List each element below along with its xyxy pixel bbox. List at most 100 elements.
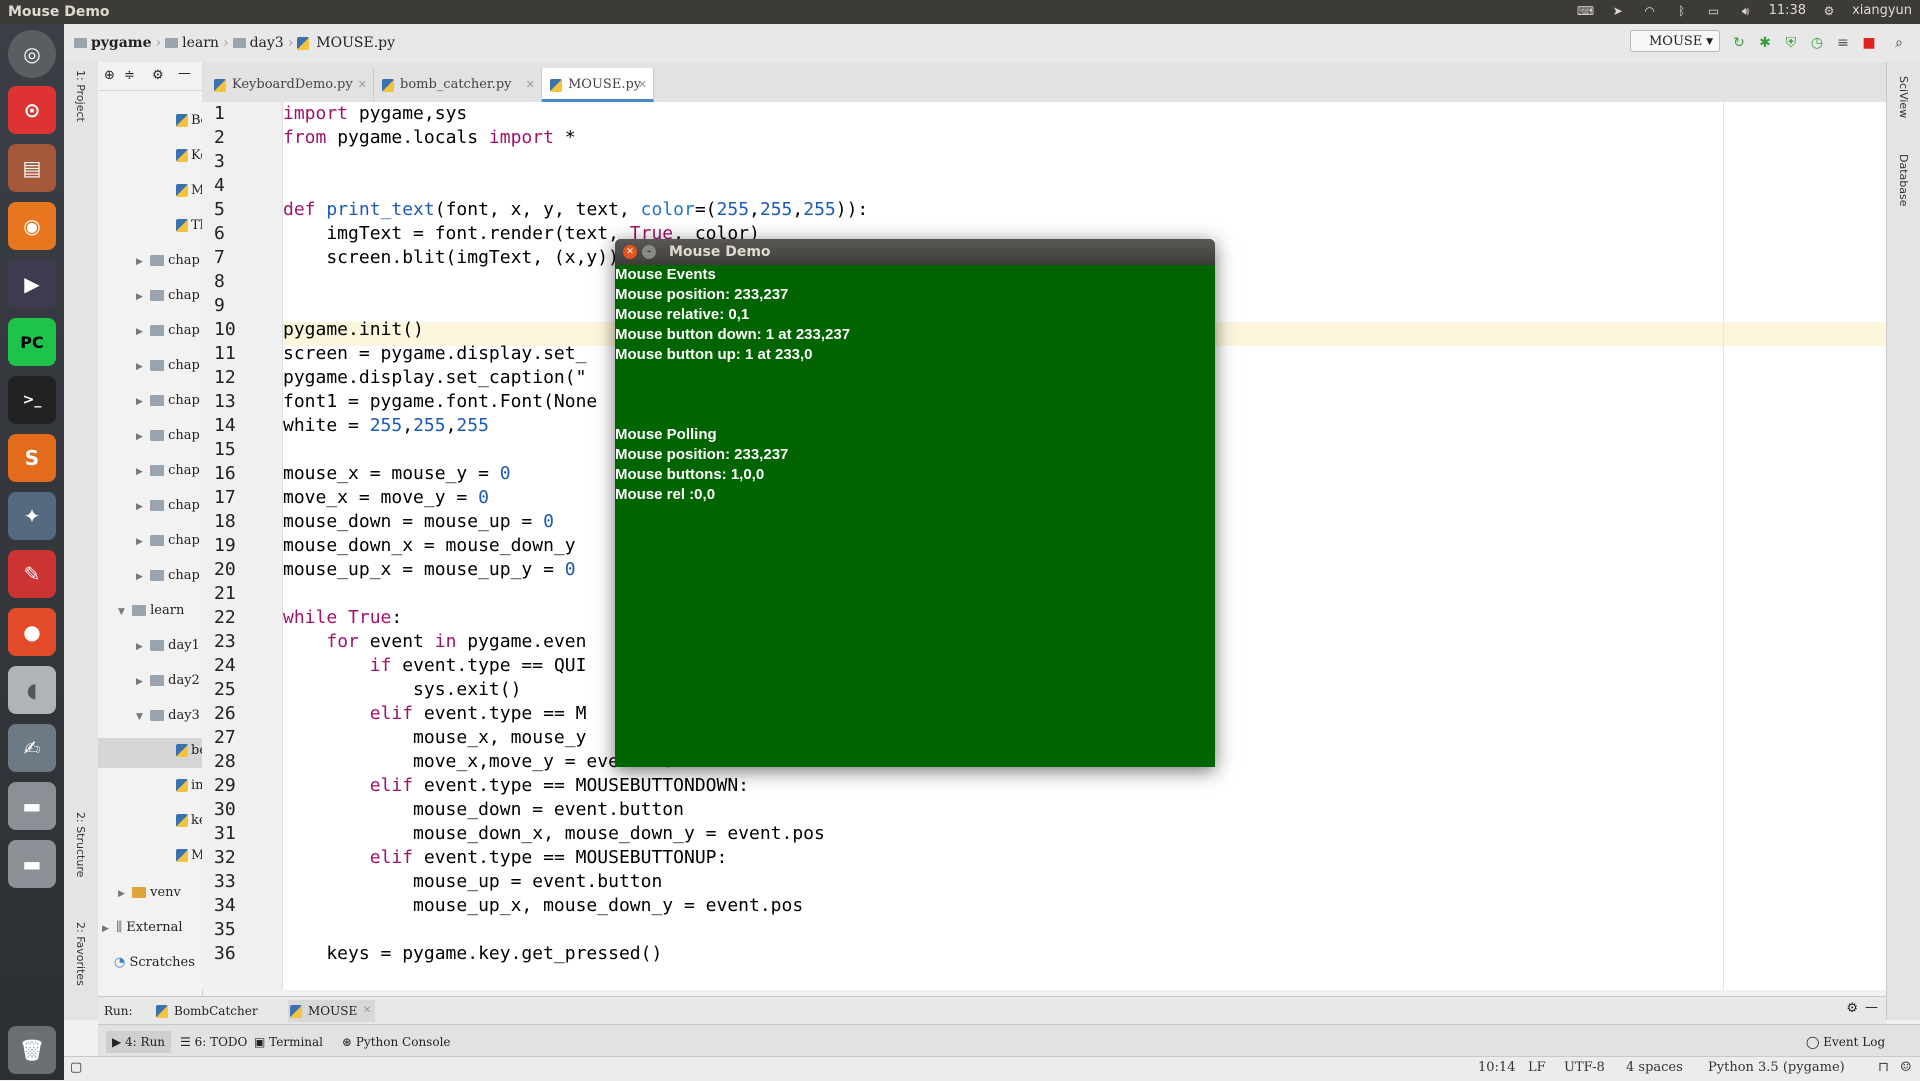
firefox-icon[interactable]: ◉ [8, 202, 56, 250]
tree-external-libraries[interactable]: ▶ ⫼ External [102, 917, 183, 939]
code-line[interactable]: pygame.init() [283, 318, 424, 342]
tree-file[interactable]: MO [176, 845, 202, 867]
tree-folder[interactable]: ▶ chap [136, 495, 200, 517]
gear-icon[interactable]: ⚙ [1846, 1001, 1858, 1016]
breadcrumb-learn[interactable]: learn [182, 35, 219, 51]
mouse-settings-icon[interactable]: ◖ [8, 666, 56, 714]
hide-icon[interactable]: — [1865, 1000, 1878, 1015]
file-manager-icon[interactable]: ▤ [8, 144, 56, 192]
close-icon[interactable]: ✕ [623, 245, 637, 259]
tree-folder-venv[interactable]: ▶ venv [118, 882, 181, 904]
tree-file[interactable]: Bo [176, 110, 202, 132]
breadcrumb-project[interactable]: pygame [91, 35, 152, 51]
minimize-icon[interactable]: – [642, 245, 656, 259]
file-encoding[interactable]: UTF-8 [1564, 1060, 1605, 1075]
python-interpreter[interactable]: Python 3.5 (pygame) [1708, 1060, 1845, 1075]
run-tab-mouse[interactable]: MOUSE ✕ [288, 1000, 376, 1022]
code-line[interactable]: for event in pygame.even [283, 630, 586, 654]
lock-icon[interactable]: ⊓ [1878, 1060, 1889, 1075]
pygame-window-titlebar[interactable]: ✕ – Mouse Demo [615, 239, 1215, 265]
netease-music-icon[interactable]: ⊙ [8, 86, 56, 134]
sciview-tool-tab[interactable]: SciView [1897, 76, 1910, 118]
code-line[interactable]: mouse_x = mouse_y = 0 [283, 462, 511, 486]
tree-folder[interactable]: ▶ chap [136, 460, 200, 482]
drive-icon[interactable]: ▬ [8, 782, 56, 830]
tree-folder[interactable]: ▶ chap [136, 355, 200, 377]
breadcrumb-day3[interactable]: day3 [250, 35, 284, 51]
close-icon[interactable]: ✕ [358, 68, 367, 102]
close-icon[interactable]: ✕ [638, 68, 647, 102]
project-tool-tab[interactable]: 1: Project [74, 70, 87, 122]
user-name[interactable]: xiangyun [1852, 3, 1912, 18]
tree-folder[interactable]: ▶ chap [136, 250, 200, 272]
favorites-tool-tab[interactable]: 2: Favorites [74, 922, 87, 986]
terminal-tool-button[interactable]: ▣ Terminal [254, 1031, 323, 1053]
code-line[interactable]: elif event.type == MOUSEBUTTONUP: [283, 846, 728, 870]
pygame-window[interactable]: ✕ – Mouse Demo Mouse Events Mouse positi… [615, 239, 1215, 767]
code-line[interactable]: import pygame,sys [283, 102, 467, 126]
system-tools-icon[interactable]: ✦ [8, 492, 56, 540]
tree-folder-day1[interactable]: ▶ day1 [136, 635, 200, 657]
tree-folder[interactable]: ▶ chap [136, 285, 200, 307]
breadcrumb-file[interactable]: MOUSE.py [316, 35, 395, 51]
code-line[interactable]: mouse_down_x = mouse_down_y [283, 534, 576, 558]
tree-file[interactable]: in [176, 775, 202, 797]
tree-folder-day2[interactable]: ▶ day2 [136, 670, 200, 692]
telegram-icon[interactable]: ➤ [1609, 4, 1627, 18]
code-line[interactable]: font1 = pygame.font.Font(None [283, 390, 597, 414]
gear-icon[interactable]: ⚙ [152, 68, 164, 83]
tab-keyboarddemo[interactable]: KeyboardDemo.py ✕ [206, 68, 374, 102]
tree-file[interactable]: ke [176, 810, 202, 832]
code-line[interactable]: if event.type == QUI [283, 654, 587, 678]
wifi-icon[interactable]: ◠ [1641, 4, 1659, 18]
code-line[interactable]: white = 255,255,255 [283, 414, 489, 438]
collapse-icon[interactable]: ≑ [124, 68, 135, 83]
media-player-icon[interactable]: ▶ [8, 260, 56, 308]
debug-icon[interactable]: ✱ [1756, 34, 1774, 52]
drive-2-icon[interactable]: ▬ [8, 840, 56, 888]
run-tab-bombcatcher[interactable]: BombCatcher [154, 1000, 258, 1022]
database-tool-tab[interactable]: Database [1897, 154, 1910, 207]
code-line[interactable]: keys = pygame.key.get_pressed() [283, 942, 662, 966]
sync-icon[interactable]: ⊕ [104, 68, 115, 83]
keyboard-icon[interactable]: ⌨ [1577, 4, 1595, 18]
tree-file[interactable]: Mo [176, 180, 202, 202]
code-line[interactable]: mouse_up = event.button [283, 870, 662, 894]
code-line[interactable]: mouse_down = mouse_up = 0 [283, 510, 554, 534]
concurrency-icon[interactable]: ≡ [1834, 34, 1852, 52]
code-line[interactable]: sys.exit() [283, 678, 521, 702]
tree-folder-learn[interactable]: ▼ learn [118, 600, 184, 622]
bluetooth-icon[interactable]: ᛒ [1673, 4, 1691, 18]
toggle-tool-windows-icon[interactable]: ▢ [70, 1060, 82, 1075]
caret-position[interactable]: 10:14 [1478, 1060, 1515, 1075]
tree-file[interactable]: Ke [176, 145, 202, 167]
tree-folder[interactable]: ▶ chap [136, 565, 200, 587]
code-line[interactable]: pygame.display.set_caption(" [283, 366, 586, 390]
clock[interactable]: 11:38 [1769, 3, 1806, 18]
run-tool-button[interactable]: ▶ 4: Run [106, 1031, 172, 1053]
battery-icon[interactable]: ▭ [1705, 4, 1723, 18]
trash-icon[interactable]: 🗑︎ [8, 1026, 56, 1074]
code-line[interactable]: elif event.type == M [283, 702, 587, 726]
hide-icon[interactable]: — [178, 66, 191, 81]
qq-icon[interactable]: ● [8, 608, 56, 656]
tab-mouse[interactable]: MOUSE.py ✕ [542, 68, 654, 102]
pygame-surface[interactable]: Mouse Events Mouse position: 233,237 Mou… [615, 265, 1215, 767]
text-editor-icon[interactable]: ✍ [8, 724, 56, 772]
tree-scratches[interactable]: ◔ Scratches [114, 952, 195, 974]
code-line[interactable]: mouse_up_x = mouse_up_y = 0 [283, 558, 576, 582]
close-icon[interactable]: ✕ [526, 68, 535, 102]
pycharm-icon[interactable]: PC [8, 318, 56, 366]
code-line[interactable]: from pygame.locals import * [283, 126, 576, 150]
stop-icon[interactable]: ■ [1860, 34, 1878, 52]
code-line[interactable]: move_x = move_y = 0 [283, 486, 489, 510]
inspector-icon[interactable]: ☺ [1900, 1060, 1912, 1075]
tree-folder-day3[interactable]: ▼ day3 [136, 705, 200, 727]
pdf-reader-icon[interactable]: ✎ [8, 550, 56, 598]
code-line[interactable]: mouse_up_x, mouse_down_y = event.pos [283, 894, 803, 918]
code-line[interactable]: screen.blit(imgText, (x,y)) [283, 246, 619, 270]
indent-setting[interactable]: 4 spaces [1626, 1060, 1683, 1075]
structure-tool-tab[interactable]: 2: Structure [74, 812, 87, 877]
search-icon[interactable]: ⌕ [1890, 34, 1908, 52]
code-line[interactable]: while True: [283, 606, 402, 630]
